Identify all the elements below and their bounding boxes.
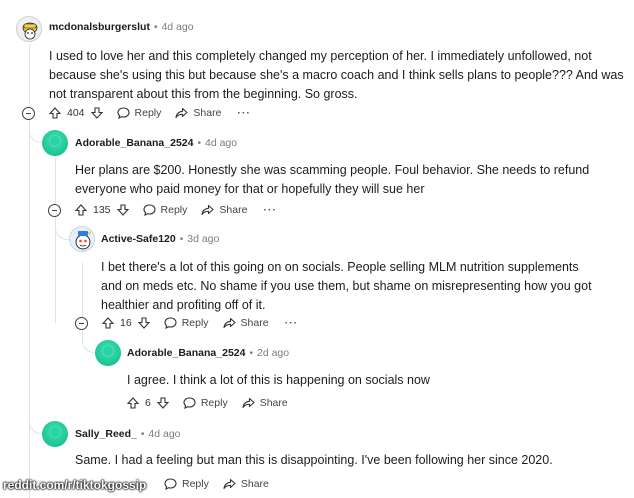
- vote-score: 16: [120, 317, 132, 329]
- speech-bubble-icon: [164, 478, 177, 490]
- thread-line-level1: [55, 158, 56, 323]
- speech-bubble-icon: [164, 317, 177, 329]
- ellipsis-icon[interactable]: ···: [263, 204, 277, 216]
- collapse-button[interactable]: [48, 203, 61, 217]
- timestamp[interactable]: 3d ago: [187, 233, 219, 245]
- vote-score: 6: [145, 397, 151, 409]
- vote-score: 135: [93, 204, 111, 216]
- timestamp[interactable]: 4d ago: [161, 21, 193, 33]
- share-button[interactable]: Share: [223, 478, 269, 490]
- downvote-arrow-icon[interactable]: [90, 107, 103, 119]
- comment-text: Same. I had a feeling but man this is di…: [75, 453, 553, 467]
- share-button[interactable]: Share: [175, 107, 221, 119]
- share-button[interactable]: Share: [222, 317, 269, 329]
- username[interactable]: Active-Safe120: [101, 233, 176, 245]
- downvote-arrow-icon[interactable]: [137, 317, 150, 329]
- reply-button[interactable]: Reply: [142, 204, 188, 216]
- separator-dot: •: [140, 428, 145, 440]
- downvote-arrow-icon[interactable]: [116, 204, 129, 216]
- comment-text: I agree. I think a lot of this is happen…: [127, 373, 430, 387]
- upvote-arrow-icon[interactable]: [48, 107, 62, 119]
- avatar[interactable]: [95, 340, 121, 366]
- ellipsis-icon[interactable]: ···: [237, 107, 251, 119]
- share-button[interactable]: Share: [201, 204, 247, 216]
- thread-elbow: [29, 112, 42, 434]
- comment-text: Her plans are $200. Honestly she was sca…: [75, 163, 590, 196]
- timestamp[interactable]: 2d ago: [257, 347, 289, 359]
- collapse-button[interactable]: [22, 106, 35, 120]
- reply-label: Reply: [134, 107, 162, 119]
- username[interactable]: mcdonalsburgerslut: [49, 21, 150, 33]
- comment-text: I bet there's a lot of this going on on …: [101, 260, 592, 312]
- share-label: Share: [259, 397, 288, 409]
- vote-score: 404: [67, 107, 85, 119]
- separator-dot: •: [249, 347, 253, 359]
- reply-label: Reply: [200, 397, 228, 409]
- username[interactable]: Adorable_Banana_2524: [127, 347, 245, 359]
- reply-button[interactable]: Reply: [183, 397, 228, 409]
- share-arrow-icon: [223, 478, 236, 490]
- upvote-arrow-icon[interactable]: [101, 317, 115, 329]
- share-label: Share: [193, 107, 222, 119]
- avatar[interactable]: [16, 16, 42, 42]
- reply-button[interactable]: Reply: [164, 478, 209, 490]
- avatar[interactable]: [69, 226, 95, 252]
- username[interactable]: Sally_Reed_: [75, 428, 137, 440]
- speech-bubble-icon: [116, 107, 130, 119]
- ellipsis-icon[interactable]: ···: [285, 317, 299, 329]
- share-arrow-icon: [242, 397, 255, 409]
- upvote-arrow-icon[interactable]: [126, 397, 140, 409]
- speech-bubble-icon: [142, 204, 156, 216]
- avatar[interactable]: [42, 130, 68, 156]
- upvote-arrow-icon[interactable]: [74, 204, 88, 216]
- reply-label: Reply: [160, 204, 188, 216]
- separator-dot: •: [179, 233, 184, 245]
- share-label: Share: [240, 317, 269, 329]
- share-arrow-icon: [175, 107, 188, 119]
- reply-button[interactable]: Reply: [164, 317, 209, 329]
- share-arrow-icon: [222, 317, 236, 329]
- share-arrow-icon: [201, 204, 214, 216]
- share-button[interactable]: Share: [242, 397, 288, 409]
- watermark: reddit.com/r/tiktokgossip: [3, 478, 147, 492]
- share-label: Share: [240, 478, 269, 490]
- speech-bubble-icon: [183, 397, 196, 409]
- separator-dot: •: [197, 137, 201, 149]
- timestamp[interactable]: 4d ago: [205, 137, 237, 149]
- thread-elbow: [55, 218, 69, 240]
- reply-button[interactable]: Reply: [116, 107, 162, 119]
- share-label: Share: [219, 204, 248, 216]
- avatar[interactable]: [42, 421, 68, 447]
- timestamp[interactable]: 4d ago: [148, 428, 180, 440]
- downvote-arrow-icon[interactable]: [156, 397, 170, 409]
- username[interactable]: Adorable_Banana_2524: [75, 137, 193, 149]
- collapse-button[interactable]: [75, 316, 88, 330]
- comment-text: I used to love her and this completely c…: [49, 49, 624, 101]
- separator-dot: •: [153, 21, 158, 33]
- reply-label: Reply: [181, 317, 209, 329]
- reply-label: Reply: [182, 478, 209, 490]
